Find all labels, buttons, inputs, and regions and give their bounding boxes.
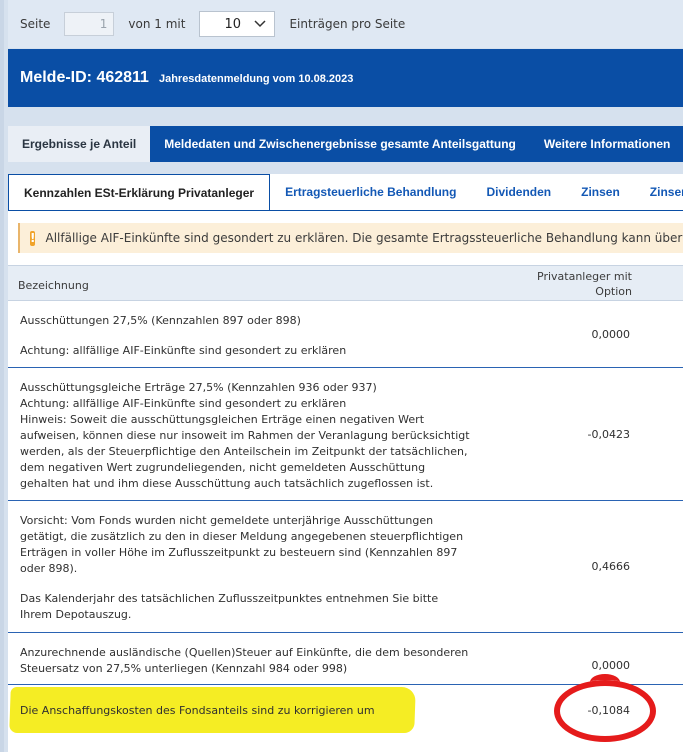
main-tabs: Ergebnisse je Anteil Meldedaten und Zwis…	[8, 126, 683, 162]
page-label: Seite	[20, 17, 51, 31]
row-description: Ausschüttungen 27,5% (Kennzahlen 897 ode…	[20, 313, 480, 359]
row-text-line: aufweisen, können diese nur insoweit im …	[20, 429, 470, 442]
row-text-line: Ausschüttungsgleiche Erträge 27,5% (Kenn…	[20, 381, 377, 394]
row-value: 0,0000	[591, 659, 631, 672]
per-page-value: 10	[224, 16, 242, 32]
table-row: Vorsicht: Vom Fonds wurden nicht gemelde…	[8, 501, 683, 633]
row-text-line: Die Anschaffungskosten des Fondsanteils …	[20, 704, 375, 717]
row-text-line: Anzurechnende ausländische (Quellen)Steu…	[20, 646, 469, 659]
row-value: 0,0000	[591, 328, 631, 341]
column-header-line-2: Option	[595, 285, 632, 298]
tab-ergebnisse-je-anteil[interactable]: Ergebnisse je Anteil	[8, 126, 151, 162]
report-subtitle: Jahresdatenmeldung vom 10.08.2023	[158, 73, 354, 85]
melde-id: Melde-ID: 462811	[20, 69, 149, 86]
tab-meldedaten[interactable]: Meldedaten und Zwischenergebnisse gesamt…	[150, 126, 530, 162]
row-text-line: Hinweis: Soweit die ausschüttungsgleiche…	[20, 413, 425, 426]
red-circle-marker	[554, 674, 656, 742]
row-text-line: Achtung: allfällige AIF-Einkünfte sind g…	[20, 344, 347, 357]
chevron-down-icon	[254, 20, 266, 28]
row-value: 0,4666	[591, 560, 631, 573]
table-header: Bezeichnung Privatanleger mit Option	[8, 265, 683, 301]
table-row: Anzurechnende ausländische (Quellen)Steu…	[8, 633, 683, 685]
page-frame: Seite von 1 mit 10 Einträgen pro Seite M…	[0, 0, 683, 752]
row-text-line: werden, als der Steuerpflichtige den Ant…	[20, 445, 468, 458]
row-text-line: dem negativen Wert zugrundeliegenden, ni…	[20, 461, 426, 474]
row-text-line: oder 898).	[20, 562, 78, 575]
row-text-line: gehalten hat und ihm diese Ausschüttung …	[20, 477, 434, 490]
column-header-bezeichnung: Bezeichnung	[18, 279, 89, 292]
row-text-line: Ausschüttungen 27,5% (Kennzahlen 897 ode…	[20, 314, 301, 327]
row-text-line: Achtung: allfällige AIF-Einkünfte sind g…	[20, 397, 347, 410]
tab-weitere-informationen[interactable]: Weitere Informationen	[530, 126, 683, 162]
row-description: Anzurechnende ausländische (Quellen)Steu…	[20, 645, 480, 677]
aif-alert: ! Allfällige AIF-Einkünfte sind gesonder…	[18, 223, 683, 253]
table-row: Ausschüttungsgleiche Erträge 27,5% (Kenn…	[8, 368, 683, 501]
table-row: Ausschüttungen 27,5% (Kennzahlen 897 ode…	[8, 301, 683, 368]
row-text-line: Erträgen in voller Höhe im Zuflusszeitpu…	[20, 546, 458, 559]
row-value: -0,0423	[587, 428, 630, 441]
subtab-zinsen[interactable]: Zinsen	[566, 174, 635, 210]
content-panel: ! Allfällige AIF-Einkünfte sind gesonder…	[8, 211, 683, 752]
subtab-dividenden[interactable]: Dividenden	[471, 174, 566, 210]
row-description: Vorsicht: Vom Fonds wurden nicht gemelde…	[20, 513, 480, 623]
report-header: Melde-ID: 462811 Jahresdatenmeldung vom …	[8, 49, 683, 107]
page-number-input[interactable]	[64, 12, 115, 36]
entries-label: Einträgen pro Seite	[289, 17, 406, 31]
kennzahlen-table: Bezeichnung Privatanleger mit Option Aus…	[8, 265, 683, 743]
per-page-select[interactable]: 10	[199, 11, 276, 37]
row-description: Die Anschaffungskosten des Fondsanteils …	[20, 703, 480, 719]
subtab-ertragsteuerliche-behandlung[interactable]: Ertragsteuerliche Behandlung	[270, 174, 471, 210]
pagination-bar: Seite von 1 mit 10 Einträgen pro Seite	[8, 0, 683, 48]
row-text-line: Das Kalenderjahr des tatsächlichen Zuflu…	[20, 592, 439, 605]
subtab-kennzahlen[interactable]: Kennzahlen ESt-Erklärung Privatanleger	[8, 174, 271, 210]
alert-text: Allfällige AIF-Einkünfte sind gesondert …	[45, 231, 683, 245]
row-text-line: Steuersatz von 27,5% unterliegen (Kennza…	[20, 662, 348, 675]
sub-tabs: Kennzahlen ESt-Erklärung Privatanleger E…	[8, 174, 683, 211]
column-header-privatanleger: Privatanleger mit Option	[492, 269, 632, 299]
row-text-line: Vorsicht: Vom Fonds wurden nicht gemelde…	[20, 514, 434, 527]
warning-icon: !	[30, 230, 36, 246]
page-count-label: von 1 mit	[128, 17, 186, 31]
row-text-line: Ihrem Depotauszug.	[20, 608, 132, 621]
row-description: Ausschüttungsgleiche Erträge 27,5% (Kenn…	[20, 380, 480, 492]
subtab-zinsen-2[interactable]: Zinsen	[635, 174, 683, 210]
row-text-line: getätigt, die zusätzlich zu den in diese…	[20, 530, 464, 543]
column-header-line-1: Privatanleger mit	[537, 270, 632, 283]
